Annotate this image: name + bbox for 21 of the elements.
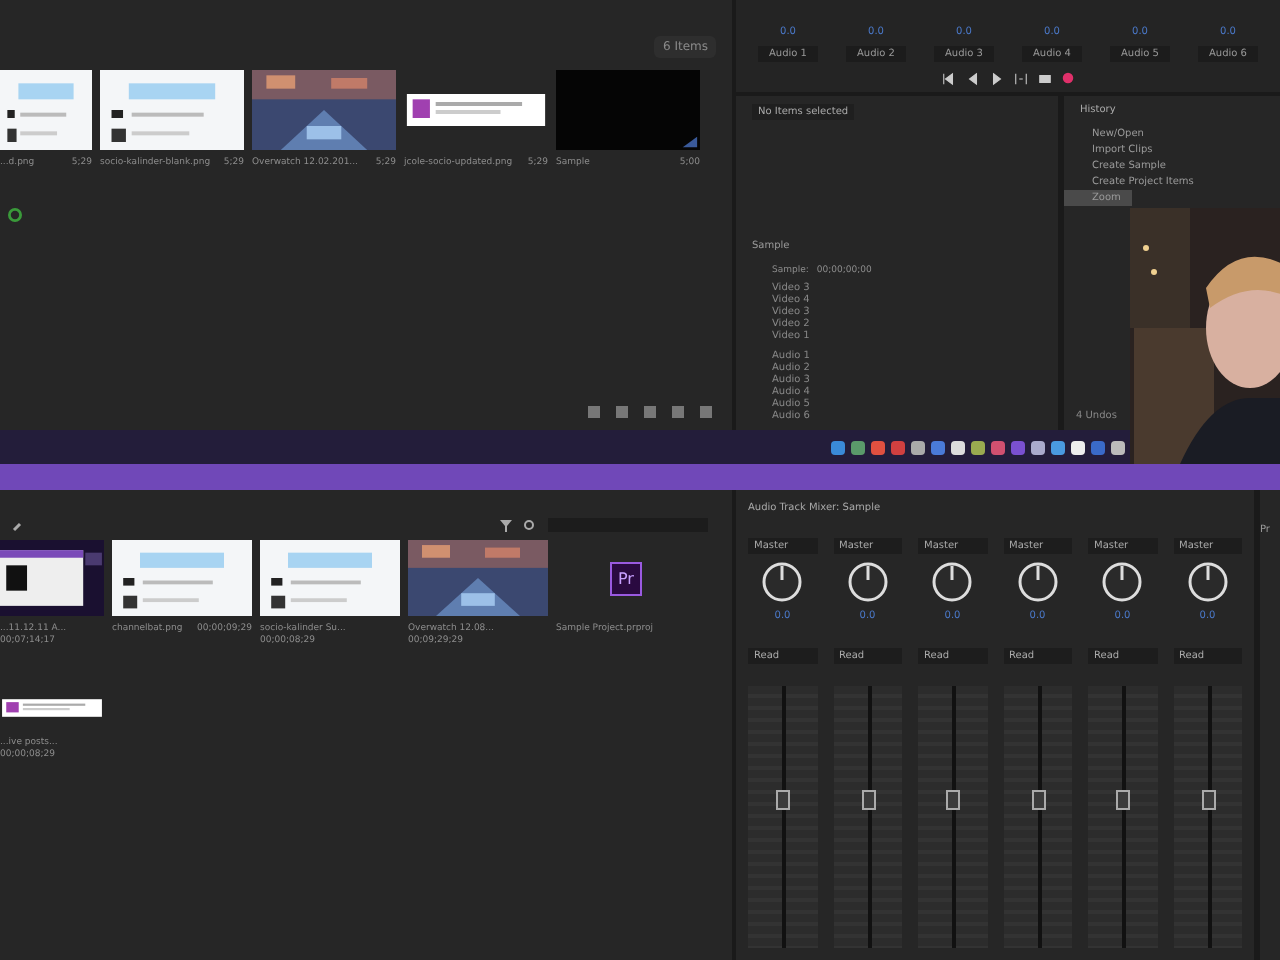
search-icon[interactable] <box>524 519 536 531</box>
pan-knob[interactable] <box>930 560 975 604</box>
filter-icon[interactable] <box>500 519 512 531</box>
volume-fader[interactable] <box>776 790 791 811</box>
transport-icon[interactable] <box>1038 72 1052 86</box>
volume-fader[interactable] <box>1201 790 1216 811</box>
pan-knob[interactable] <box>1100 560 1145 604</box>
transport-icon[interactable] <box>1014 72 1028 86</box>
volume-fader[interactable] <box>946 790 961 811</box>
pan-knob[interactable] <box>760 560 805 604</box>
pan-knob[interactable] <box>1015 560 1060 604</box>
volume-fader[interactable] <box>861 790 876 811</box>
volume-fader[interactable] <box>1031 790 1046 811</box>
wrench-icon[interactable] <box>12 519 24 531</box>
project-file-icon: Pr <box>610 561 642 595</box>
pan-knob[interactable] <box>1185 560 1230 604</box>
refresh-icon[interactable] <box>8 208 22 222</box>
transport-icon[interactable] <box>942 72 956 86</box>
pan-knob[interactable] <box>845 560 890 604</box>
volume-fader[interactable] <box>1116 790 1131 811</box>
record-icon[interactable] <box>1062 72 1074 84</box>
